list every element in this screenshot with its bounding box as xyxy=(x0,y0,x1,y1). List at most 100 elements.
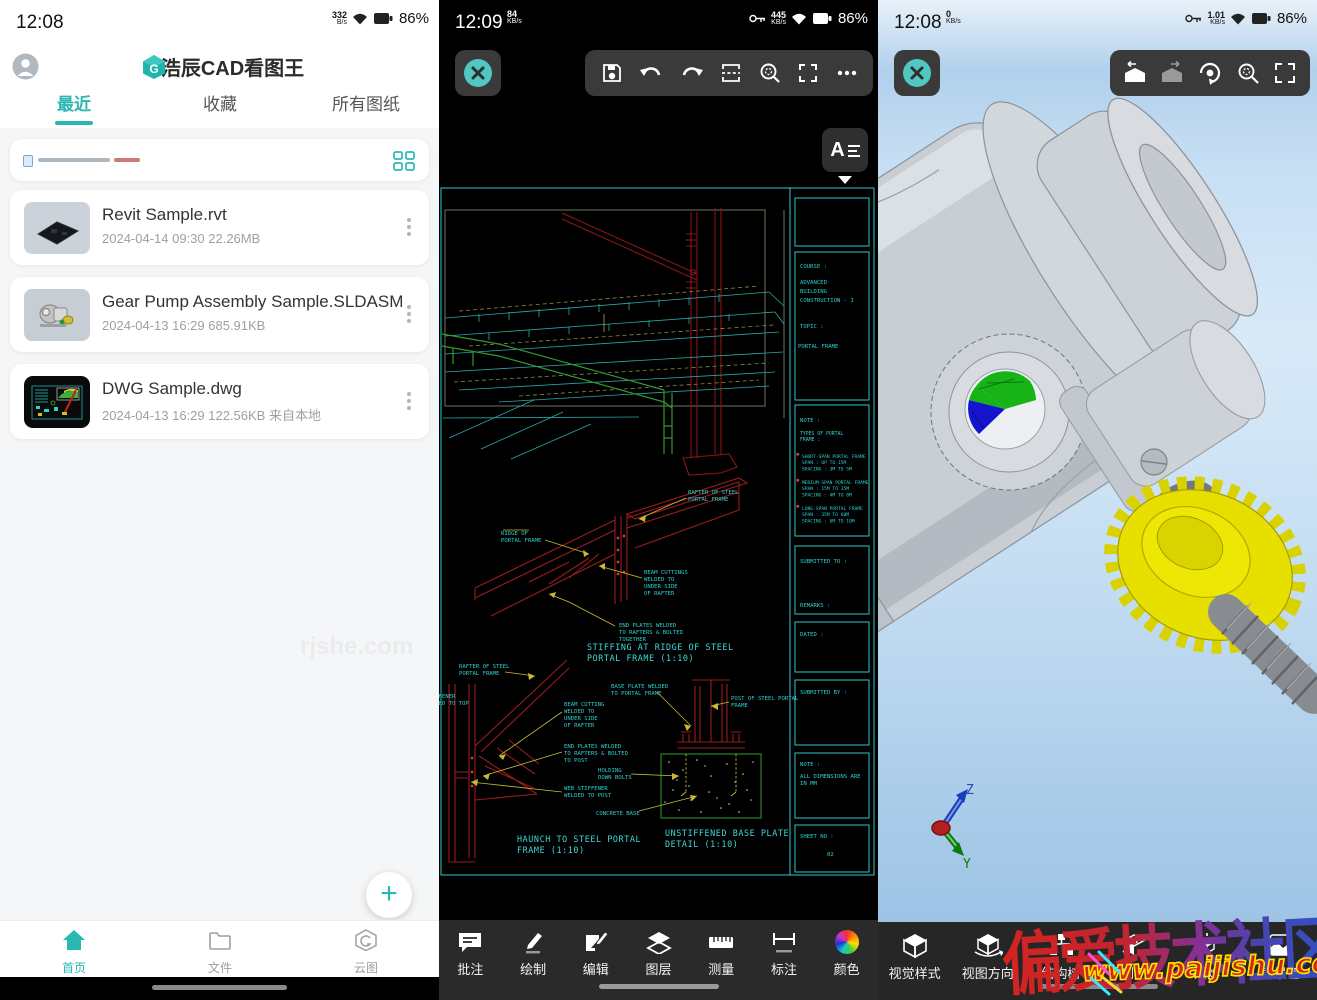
svg-text:STIFFENERWELDED TO TOPPOST: STIFFENERWELDED TO TOPPOST xyxy=(439,694,469,714)
nav-cloud[interactable]: 云图 xyxy=(337,929,395,976)
file-meta: 2024-04-14 09:30 22.26MB xyxy=(102,231,260,246)
svg-text:LONG-SPAN PORTAL FRAMESPAN : 3: LONG-SPAN PORTAL FRAMESPAN : 35M TO 60MS… xyxy=(802,506,863,524)
bottom-nav: 首页 文件 云图 xyxy=(0,920,439,978)
wifi-icon xyxy=(1230,12,1246,25)
status-time: 12:09 xyxy=(455,12,503,34)
model-3d-canvas[interactable]: Z Y xyxy=(878,0,1317,1000)
base-plate-detail: BASE PLATE WELDEDTO PORTAL FRAME POST OF… xyxy=(596,680,799,849)
grid-view-icon[interactable] xyxy=(393,151,415,171)
text-style-A: A xyxy=(830,139,844,162)
svg-text:NOTE :: NOTE : xyxy=(800,762,820,768)
tab-recent[interactable]: 最近 xyxy=(57,90,91,115)
tool-comment[interactable]: 批注 xyxy=(439,920,502,1000)
close-model-button[interactable] xyxy=(894,50,940,96)
close-drawing-button[interactable] xyxy=(455,50,501,96)
triple-screenshot: 12:08 332B/s 86% G 浩辰CAD看图王 最近 收藏 所有图纸 xyxy=(0,0,1317,1000)
cube-orbit-icon xyxy=(973,932,1003,958)
svg-text:HOLDINGDOWN BOLTS: HOLDINGDOWN BOLTS xyxy=(598,768,632,781)
home-icon xyxy=(62,929,86,951)
key-icon xyxy=(749,14,766,23)
status-bar: 12:09 84KB/s 445KB/s 86% xyxy=(439,0,878,44)
file-menu-button[interactable] xyxy=(407,305,411,323)
save-icon[interactable] xyxy=(600,61,624,85)
svg-text:CONCRETE BASE: CONCRETE BASE xyxy=(596,811,640,817)
svg-text:SUBMITTED TO :: SUBMITTED TO : xyxy=(800,559,847,565)
active-tab-underline xyxy=(55,121,93,125)
tool-dimension[interactable]: 标注 xyxy=(753,920,816,1000)
wifi-icon xyxy=(352,12,368,25)
svg-text:ADVANCEDBUILDINGCONSTRUCTION -: ADVANCEDBUILDINGCONSTRUCTION - I xyxy=(800,280,854,304)
file-menu-button[interactable] xyxy=(407,392,411,410)
file-card-revit[interactable]: Revit Sample.rvt 2024-04-14 09:30 22.26M… xyxy=(10,190,429,265)
battery-percent: 86% xyxy=(1277,10,1307,27)
view-back-icon[interactable] xyxy=(1122,60,1148,86)
svg-text:RAFTER OF STEELPORTAL FRAME: RAFTER OF STEELPORTAL FRAME xyxy=(459,664,510,677)
svg-text:RIDGE OFPORTAL FRAME: RIDGE OFPORTAL FRAME xyxy=(501,531,542,544)
cad-drawing-canvas[interactable]: COURSE : ADVANCEDBUILDINGCONSTRUCTION - … xyxy=(439,186,878,877)
file-name: DWG Sample.dwg xyxy=(102,379,321,399)
undo-icon[interactable] xyxy=(638,61,664,85)
file-thumbnail xyxy=(24,289,90,341)
cloud-hexagon-icon xyxy=(354,929,378,951)
add-file-fab[interactable]: + xyxy=(366,872,412,918)
svg-text:SHEET NO :: SHEET NO : xyxy=(800,834,834,840)
svg-text:DATED :: DATED : xyxy=(800,632,824,638)
svg-text:TOPIC :: TOPIC : xyxy=(800,324,824,330)
notice-bar[interactable] xyxy=(10,139,429,181)
key-icon xyxy=(1185,14,1202,23)
file-card-dwg[interactable]: DWG Sample.dwg 2024-04-13 16:29 122.56KB… xyxy=(10,364,429,439)
more-icon[interactable] xyxy=(835,61,859,85)
nav-home[interactable]: 首页 xyxy=(45,929,103,976)
model-toolbar xyxy=(1110,50,1310,96)
redo-icon[interactable] xyxy=(679,61,705,85)
svg-text:SUBMITTED BY :: SUBMITTED BY : xyxy=(800,690,847,696)
status-bar: 12:08 332B/s 86% xyxy=(0,0,439,44)
battery-icon xyxy=(373,12,394,25)
fullscreen-icon[interactable] xyxy=(1272,60,1298,86)
rotate-3d-icon[interactable] xyxy=(1197,60,1223,86)
tool-draw[interactable]: 绘制 xyxy=(502,920,565,1000)
file-list-area: rjshe.com Revit Sample.rvt 2024-04-14 xyxy=(0,128,439,920)
status-time: 12:08 xyxy=(16,12,64,34)
download-speed: 84KB/s xyxy=(507,10,522,26)
svg-text:PORTAL FRAME: PORTAL FRAME xyxy=(798,344,839,350)
color-wheel-icon xyxy=(835,930,859,954)
dimension-icon xyxy=(770,930,798,954)
app-title: 浩辰CAD看图王 xyxy=(161,58,304,80)
zoom-search-icon[interactable] xyxy=(1235,60,1261,86)
gesture-area xyxy=(0,977,439,1000)
axis-z-label: Z xyxy=(966,783,974,798)
tool-visual-style[interactable]: 视觉样式 xyxy=(878,922,951,1000)
tab-all-drawings[interactable]: 所有图纸 xyxy=(332,90,400,115)
home-indicator[interactable] xyxy=(152,985,287,990)
svg-text:END PLATES WELDEDTO RAFTERS &: END PLATES WELDEDTO RAFTERS & BOLTEDTO P… xyxy=(564,744,629,764)
page-watermark: rjshe.com xyxy=(300,633,413,661)
tab-favorites[interactable]: 收藏 xyxy=(203,90,237,115)
file-card-sldasm[interactable]: Gear Pump Assembly Sample.SLDASM 2024-04… xyxy=(10,277,429,352)
text-style-button[interactable]: A xyxy=(822,128,868,186)
file-name: Revit Sample.rvt xyxy=(102,205,260,225)
model-viewer-screen: Z Y 12:08 0KB/s 1.01KB/s 86% xyxy=(878,0,1317,1000)
fullscreen-icon[interactable] xyxy=(796,61,820,85)
recent-files-screen: 12:08 332B/s 86% G 浩辰CAD看图王 最近 收藏 所有图纸 xyxy=(0,0,439,1000)
app-logo-icon: G xyxy=(141,54,167,80)
view-forward-icon[interactable] xyxy=(1159,60,1185,86)
tool-color[interactable]: 颜色 xyxy=(815,920,878,1000)
upload-speed: 1.01KB/s xyxy=(1207,11,1225,27)
notice-text-highlight xyxy=(114,158,140,162)
file-meta: 2024-04-13 16:29 685.91KB xyxy=(102,318,403,333)
home-indicator[interactable] xyxy=(599,984,719,989)
nav-files[interactable]: 文件 xyxy=(191,929,249,976)
file-meta: 2024-04-13 16:29 122.56KB 来自本地 xyxy=(102,405,321,424)
axis-triad: Z Y xyxy=(932,783,974,872)
svg-text:BEAM CUTTINGWELDED TOUNDER SID: BEAM CUTTINGWELDED TOUNDER SIDEOF RAFTER xyxy=(564,702,605,729)
battery-percent: 86% xyxy=(399,10,429,27)
print-layout-icon[interactable] xyxy=(719,61,743,85)
drawing-toolbar xyxy=(585,50,873,96)
file-thumbnail xyxy=(24,376,90,428)
battery-icon xyxy=(1251,12,1272,25)
axis-y-label: Y xyxy=(963,857,971,872)
zoom-search-icon[interactable] xyxy=(758,61,782,85)
file-menu-button[interactable] xyxy=(407,218,411,236)
close-icon xyxy=(902,58,932,88)
